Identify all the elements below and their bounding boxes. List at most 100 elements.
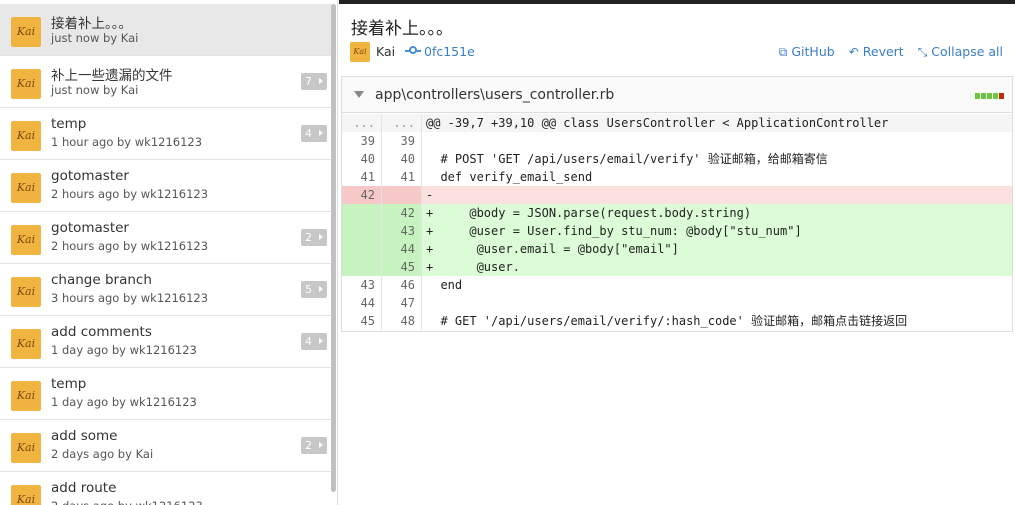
collapse-icon: ⤡ xyxy=(917,45,928,59)
commit-list-title: change branch xyxy=(51,272,152,288)
commit-list-title: temp xyxy=(51,376,87,392)
author-avatar: Kai xyxy=(11,329,41,359)
diffstat-block xyxy=(975,93,980,99)
commit-list-meta: 2 days ago by wk1216123 xyxy=(51,499,203,505)
commit-list-meta: 1 day ago by wk1216123 xyxy=(51,343,197,357)
commit-list-item[interactable]: Kai add some 2 days ago by Kai 2 xyxy=(0,420,332,472)
commit-title: 接着补上。。。 xyxy=(351,19,453,39)
commit-list-title: temp xyxy=(51,116,87,132)
new-line-number: 41 xyxy=(382,168,422,186)
diff-code: @@ -39,7 +39,10 @@ class UsersController… xyxy=(426,116,889,130)
revert-icon: ↶ xyxy=(848,45,859,59)
commit-actions: ⧉ GitHub ↶ Revert ⤡ Collapse all xyxy=(769,44,1003,60)
diff-code: + @body = JSON.parse(request.body.string… xyxy=(426,206,752,220)
new-line-number: 43 xyxy=(382,222,422,240)
diffstat-block xyxy=(999,93,1004,99)
file-count-badge[interactable]: 5 xyxy=(301,281,327,298)
commit-icon xyxy=(405,45,421,57)
old-line-number: 45 xyxy=(342,312,382,330)
file-count-badge[interactable]: 4 xyxy=(301,125,327,142)
diff-code: # POST 'GET /api/users/email/verify' 验证邮… xyxy=(426,152,828,166)
diff-code: - xyxy=(426,188,434,202)
file-count-badge[interactable]: 2 xyxy=(301,437,327,454)
commit-list-item[interactable]: Kai temp 1 day ago by wk1216123 xyxy=(0,368,332,420)
revert-label: Revert xyxy=(862,44,904,59)
file-count-badge[interactable]: 4 xyxy=(301,333,327,350)
new-line-number: 39 xyxy=(382,132,422,150)
file-header[interactable]: app\controllers\users_controller.rb xyxy=(342,77,1012,113)
commit-list-meta: 1 day ago by wk1216123 xyxy=(51,395,197,409)
author-avatar: Kai xyxy=(11,485,41,505)
diff-line: 42 - xyxy=(342,186,1012,204)
commit-list-meta: 2 days ago by Kai xyxy=(51,447,154,461)
commit-list-title: add route xyxy=(51,480,117,496)
commit-list-meta: just now by Kai xyxy=(51,83,139,97)
github-label: GitHub xyxy=(791,44,835,59)
diffstat-block xyxy=(993,93,998,99)
commit-list-title: gotomaster xyxy=(51,220,129,236)
chevron-right-icon xyxy=(319,338,323,344)
diff-line: 45 + @user. xyxy=(342,258,1012,276)
diffstat-bar xyxy=(975,93,1004,99)
commit-list-title: 补上一些遗漏的文件 xyxy=(51,68,173,84)
diff-code: def verify_email_send xyxy=(426,170,593,184)
file-count: 4 xyxy=(305,335,312,348)
commit-list-item[interactable]: Kai gotomaster 2 hours ago by wk1216123 2 xyxy=(0,212,332,264)
chevron-right-icon xyxy=(319,442,323,448)
chevron-right-icon xyxy=(319,130,323,136)
diff-code: + @user. xyxy=(426,260,520,274)
chevron-right-icon xyxy=(319,286,323,292)
diff-code: + @user = User.find_by stu_num: @body["s… xyxy=(426,224,802,238)
diff-line: 44 + @user.email = @body["email"] xyxy=(342,240,1012,258)
file-count: 2 xyxy=(305,231,312,244)
revert-button[interactable]: ↶ Revert xyxy=(849,44,904,59)
old-line-number xyxy=(342,258,382,276)
new-line-number: 40 xyxy=(382,150,422,168)
commit-list-item[interactable]: Kai change branch 3 hours ago by wk1216123… xyxy=(0,264,332,316)
new-line-number: 48 xyxy=(382,312,422,330)
new-line-number: 45 xyxy=(382,258,422,276)
commit-list-meta: 2 hours ago by wk1216123 xyxy=(51,239,209,253)
file-count-badge[interactable]: 2 xyxy=(301,229,327,246)
commit-list-item[interactable]: Kai add comments 1 day ago by wk1216123 4 xyxy=(0,316,332,368)
old-line-number xyxy=(342,240,382,258)
github-button[interactable]: ⧉ GitHub xyxy=(779,44,835,60)
file-count-badge[interactable]: 7 xyxy=(301,73,327,90)
author-avatar: Kai xyxy=(11,173,41,203)
chevron-down-icon[interactable] xyxy=(354,91,364,98)
diffstat-block xyxy=(981,93,986,99)
commit-list-item[interactable]: Kai temp 1 hour ago by wk1216123 4 xyxy=(0,108,332,160)
new-line-number: 44 xyxy=(382,240,422,258)
commit-detail: 接着补上。。。 Kai Kai 0fc151e ⧉ GitHub ↶ Revert … xyxy=(339,4,1015,505)
author-avatar: Kai xyxy=(11,69,41,99)
commit-list-meta: 3 hours ago by wk1216123 xyxy=(51,291,209,305)
diff-line: 45 48 # GET '/api/users/email/verify/:has… xyxy=(342,312,1012,330)
diff-line: 44 47 xyxy=(342,294,1012,312)
collapse-all-button[interactable]: ⤡ Collapse all xyxy=(918,44,1003,60)
diff-line: 42 + @body = JSON.parse(request.body.stri… xyxy=(342,204,1012,222)
chevron-right-icon xyxy=(319,234,323,240)
sidebar-scrollbar[interactable] xyxy=(331,4,336,492)
old-line-number xyxy=(342,222,382,240)
file-count: 4 xyxy=(305,127,312,140)
commit-list-item[interactable]: Kai 接着补上。。。 just now by Kai xyxy=(0,4,332,56)
author-avatar: Kai xyxy=(350,42,370,62)
commit-list-meta: 2 hours ago by wk1216123 xyxy=(51,187,209,201)
file-diff-panel: app\controllers\users_controller.rb ....… xyxy=(341,76,1013,332)
commit-list-item[interactable]: Kai 补上一些遗漏的文件 just now by Kai 7 xyxy=(0,56,332,108)
commit-list-item[interactable]: Kai gotomaster 2 hours ago by wk1216123 xyxy=(0,160,332,212)
commit-sha-link[interactable]: 0fc151e xyxy=(424,44,475,59)
old-line-number: ... xyxy=(342,114,382,132)
chevron-right-icon xyxy=(319,78,323,84)
author-avatar: Kai xyxy=(11,381,41,411)
collapse-label: Collapse all xyxy=(931,44,1003,59)
diff-line: 43 46 end xyxy=(342,276,1012,294)
old-line-number: 41 xyxy=(342,168,382,186)
commit-list-item[interactable]: Kai add route 2 days ago by wk1216123 xyxy=(0,472,332,505)
new-line-number: 47 xyxy=(382,294,422,312)
file-count: 2 xyxy=(305,439,312,452)
old-line-number: 43 xyxy=(342,276,382,294)
diff-line: 41 41 def verify_email_send xyxy=(342,168,1012,186)
commit-list-meta: 1 hour ago by wk1216123 xyxy=(51,135,203,149)
author-name: Kai xyxy=(376,44,396,59)
